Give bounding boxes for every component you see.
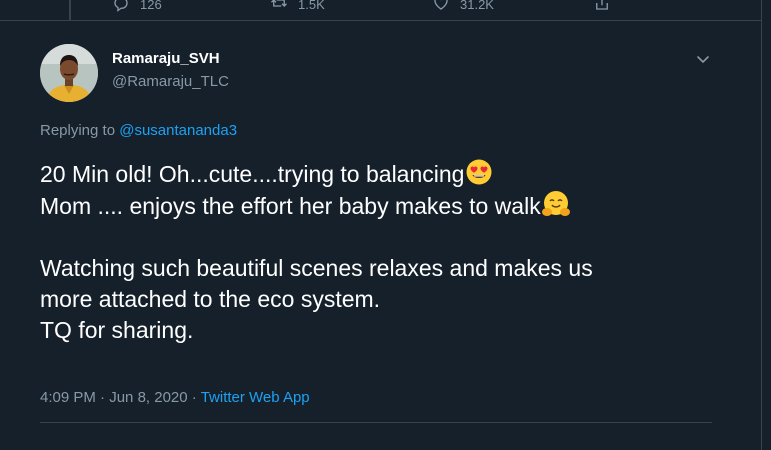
user-handle[interactable]: @Ramaraju_TLC xyxy=(112,73,229,90)
source-app-link[interactable]: Twitter Web App xyxy=(201,389,310,406)
tweet-metadata: 4:09 PM · Jun 8, 2020 · Twitter Web App xyxy=(40,389,310,406)
tweet-thread-frame: 126 1.5K 31.2K Ramaraju_SVH @Ramaraju_TL… xyxy=(0,0,762,450)
tweet-line: Mom .... enjoys the effort her baby make… xyxy=(40,190,740,222)
chevron-down-icon xyxy=(697,56,709,64)
retweet-count: 1.5K xyxy=(298,0,325,12)
tweet-text: 20 Min old! Oh...cute....trying to balan… xyxy=(40,158,740,346)
heart-icon xyxy=(432,0,450,15)
like-button[interactable]: 31.2K xyxy=(432,0,494,15)
separator: · xyxy=(191,389,197,406)
reply-icon xyxy=(112,0,130,15)
previous-tweet-actions: 126 1.5K 31.2K xyxy=(0,0,762,20)
tweet-line: more attached to the eco system. xyxy=(40,286,381,312)
avatar[interactable] xyxy=(40,44,98,102)
reply-button[interactable]: 126 xyxy=(112,0,162,15)
paragraph-break xyxy=(40,222,740,253)
replying-to-line: Replying to @susantananda3 xyxy=(40,122,237,139)
divider xyxy=(0,20,762,21)
divider xyxy=(40,422,712,423)
profile-photo xyxy=(40,44,98,102)
replying-to-link[interactable]: @susantananda3 xyxy=(119,122,237,139)
share-button[interactable] xyxy=(593,0,611,15)
share-icon xyxy=(593,0,611,15)
replying-to-label: Replying to xyxy=(40,122,116,139)
tweet-date[interactable]: Jun 8, 2020 xyxy=(109,389,187,406)
like-count: 31.2K xyxy=(460,0,494,12)
separator: · xyxy=(100,389,106,406)
tweet-line: TQ for sharing. xyxy=(40,317,194,343)
display-name[interactable]: Ramaraju_SVH xyxy=(112,50,220,67)
smiling-face-with-heart-eyes-emoji-icon xyxy=(465,158,493,186)
tweet-time[interactable]: 4:09 PM xyxy=(40,389,96,406)
thread-connector-line xyxy=(69,0,71,20)
tweet-line: 20 Min old! Oh...cute....trying to balan… xyxy=(40,158,740,190)
reply-count: 126 xyxy=(140,0,162,12)
retweet-icon xyxy=(270,0,288,15)
hugging-face-emoji-icon xyxy=(541,190,570,218)
more-options-button[interactable] xyxy=(693,52,713,68)
tweet-line: Watching such beautiful scenes relaxes a… xyxy=(40,255,593,281)
retweet-button[interactable]: 1.5K xyxy=(270,0,325,15)
